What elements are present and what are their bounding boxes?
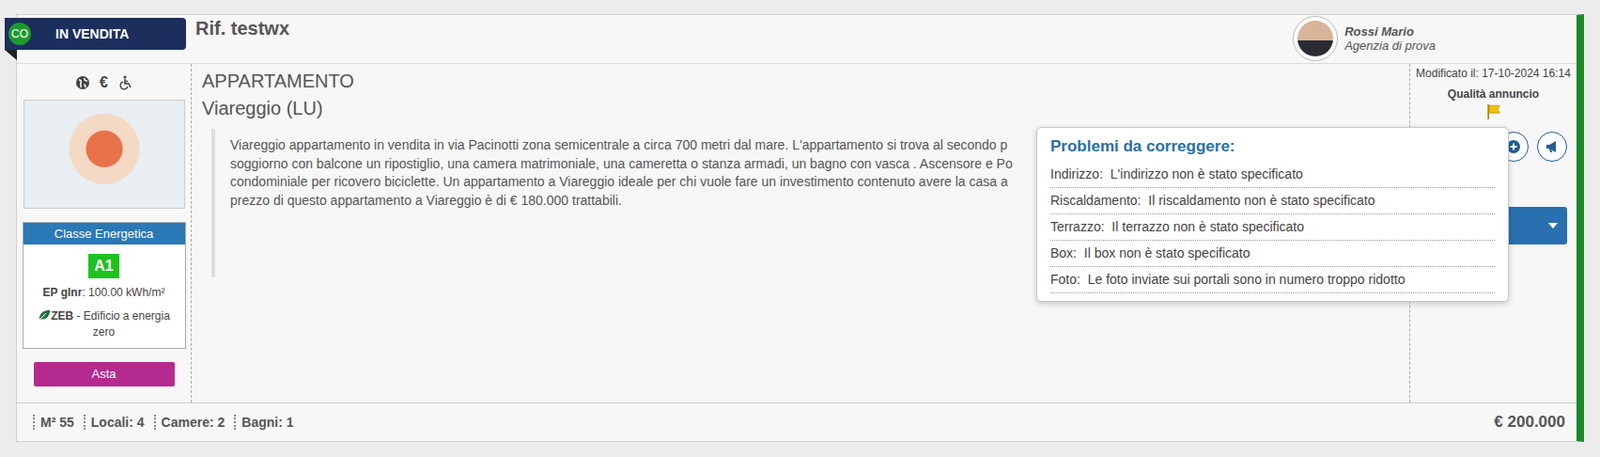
problems-tooltip: Problemi da correggere: Indirizzo: L'indi…	[1036, 126, 1509, 302]
left-column: € Classe Energetica A1 EP glnr: 100.00 kWh/…	[16, 63, 192, 403]
energy-title: Classe Energetica	[23, 222, 186, 245]
promote-button[interactable]	[1537, 131, 1568, 162]
agent-avatar	[1292, 15, 1338, 62]
problem-row: Indirizzo: L'indirizzo non è stato speci…	[1050, 161, 1495, 188]
energy-zeb: ZEB - Edificio a energia zero	[23, 308, 186, 341]
property-photo[interactable]	[23, 99, 186, 209]
card-header: Rif. testwx Rossi MarioAgenzia di prova	[16, 15, 1577, 64]
stat: Locali: 4	[83, 414, 145, 430]
problem-field: Foto:	[1050, 271, 1081, 287]
agent-name: Rossi Mario	[1344, 24, 1436, 39]
problem-field: Terrazzo:	[1050, 218, 1105, 234]
listing-card: COIN VENDITARif. testwxRossi MarioAgenzi…	[15, 14, 1585, 442]
agent-agency: Agenzia di prova	[1344, 38, 1436, 53]
agent[interactable]: Rossi MarioAgenzia di prova	[1292, 15, 1436, 62]
page: CO IN VENDITA Rif. testwx Rossi MarioAgenzi…	[0, 0, 1600, 457]
tooltip-title: Problemi da correggere:	[1050, 137, 1495, 156]
currency-icon: €	[99, 74, 109, 92]
energy-class: A1	[88, 253, 119, 279]
price: € 200.000	[1493, 412, 1566, 432]
status-code: CO	[8, 22, 32, 46]
energy-ep: EP glnr: 100.00 kWh/m²	[43, 285, 166, 299]
problem-message: Il box non è stato specificato	[1084, 245, 1251, 261]
property-type: APPARTAMENTO	[201, 70, 1400, 93]
problem-field: Indirizzo:	[1050, 166, 1103, 182]
feature-icons: €	[75, 73, 133, 93]
stat: Camere: 2	[154, 414, 226, 430]
energy-box: Classe Energetica A1 EP glnr: 100.00 kWh/m…	[22, 221, 187, 349]
problem-message: L'indirizzo non è stato specificato	[1110, 166, 1304, 182]
problem-field: Riscaldamento:	[1050, 192, 1142, 208]
stat: Bagni: 1	[233, 414, 294, 430]
problem-row: Box: Il box non è stato specificato	[1050, 240, 1495, 267]
wheelchair-icon	[117, 75, 133, 91]
caret-down-icon	[1548, 222, 1558, 229]
flag-icon[interactable]	[1485, 103, 1503, 121]
badge-fold	[4, 49, 17, 61]
problem-row: Riscaldamento: Il riscaldamento non è st…	[1050, 187, 1495, 215]
problem-message: Le foto inviate sui portali sono in nume…	[1087, 271, 1406, 287]
problem-message: Il terrazzo non è stato specificato	[1111, 218, 1305, 234]
reference: Rif. testwx	[195, 17, 290, 40]
auction-button[interactable]: Asta	[33, 361, 175, 387]
problem-row: Foto: Le foto inviate sui portali sono i…	[1050, 266, 1495, 294]
card-footer: M² 55 Locali: 4 Camere: 2 Bagni: 1 € 200.000	[16, 402, 1577, 441]
megaphone-icon	[1544, 139, 1560, 155]
stat: M² 55	[32, 414, 75, 430]
problem-row: Terrazzo: Il terrazzo non è stato specif…	[1050, 214, 1495, 241]
problem-field: Box:	[1050, 245, 1077, 261]
quality-label: Qualità annuncio	[1447, 87, 1539, 101]
problem-message: Il riscaldamento non è stato specificato	[1148, 192, 1375, 208]
globe-icon	[75, 75, 91, 91]
status-label: IN VENDITA	[55, 26, 129, 42]
property-location: Viareggio (LU)	[201, 97, 1400, 120]
leaf-icon	[37, 308, 51, 322]
status-badge: CO IN VENDITA	[4, 17, 187, 50]
modified-date: Modificato il: 17-10-2024 16:14	[1415, 66, 1571, 80]
